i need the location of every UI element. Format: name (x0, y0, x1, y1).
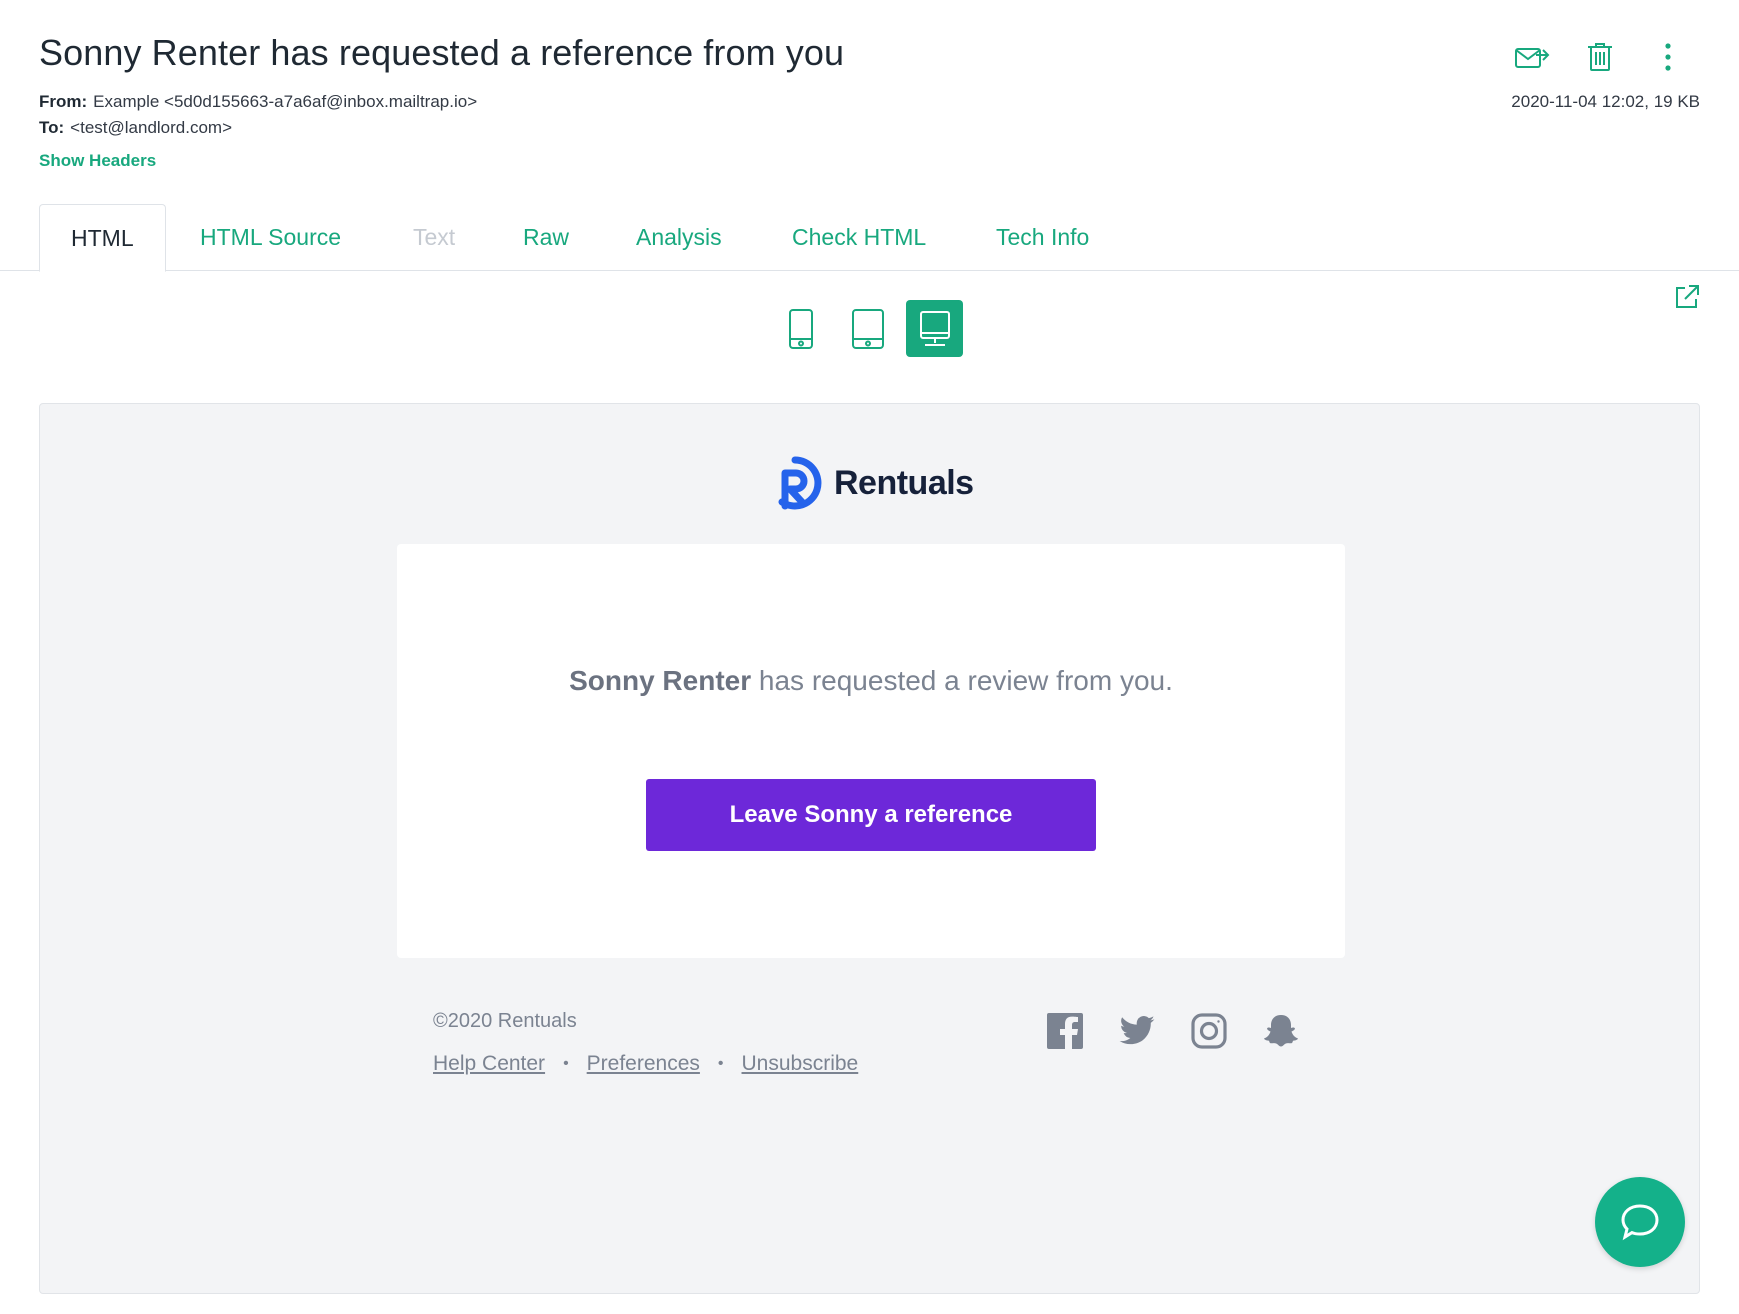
desktop-view-button[interactable] (906, 300, 963, 357)
facebook-link[interactable] (1046, 1012, 1084, 1050)
support-chat-button[interactable] (1595, 1177, 1685, 1267)
tab-analysis[interactable]: Analysis (605, 204, 753, 271)
more-options-button[interactable] (1649, 38, 1687, 76)
external-link-icon (1676, 285, 1699, 308)
tablet-view-button[interactable] (839, 300, 896, 357)
chat-bubble-icon (1621, 1204, 1659, 1241)
request-message: Sonny Renter has requested a review from… (397, 660, 1345, 702)
instagram-icon (1191, 1013, 1227, 1049)
renter-name: Sonny Renter (569, 665, 752, 696)
twitter-icon (1119, 1016, 1155, 1045)
email-preview-frame: Rentuals Sonny Renter has requested a re… (39, 403, 1700, 1294)
mobile-icon (788, 308, 813, 349)
tab-tech-info[interactable]: Tech Info (965, 204, 1120, 271)
link-separator: • (717, 1055, 724, 1072)
social-links (1046, 1012, 1300, 1050)
snapchat-link[interactable] (1262, 1012, 1300, 1050)
mobile-view-button[interactable] (772, 300, 829, 357)
tab-raw[interactable]: Raw (492, 204, 600, 271)
unsubscribe-link[interactable]: Unsubscribe (742, 1052, 859, 1076)
device-preview-switcher (772, 300, 963, 357)
footer-links: Help Center • Preferences • Unsubscribe (433, 1052, 858, 1076)
rentuals-logo-icon (778, 456, 822, 510)
tab-html-source[interactable]: HTML Source (169, 204, 372, 271)
tab-text: Text (413, 224, 456, 250)
message-actions (1513, 38, 1687, 76)
twitter-link[interactable] (1118, 1012, 1156, 1050)
email-card: Sonny Renter has requested a review from… (397, 544, 1345, 958)
rentuals-logo: Rentuals (768, 456, 974, 510)
kebab-menu-icon (1665, 43, 1671, 71)
request-message-text: has requested a review from you. (751, 665, 1173, 696)
message-datetime-size: 2020-11-04 12:02, 19 KB (1511, 92, 1700, 111)
to-label: To: (39, 118, 65, 137)
link-separator: • (563, 1055, 569, 1072)
instagram-link[interactable] (1190, 1012, 1228, 1050)
view-tabs: HTML HTML Source Text Raw Analysis Check… (0, 204, 1739, 272)
from-label: From: (39, 92, 88, 111)
snapchat-icon (1264, 1015, 1298, 1047)
forward-button[interactable] (1513, 38, 1551, 76)
tab-html[interactable]: HTML (39, 204, 166, 272)
delete-button[interactable] (1581, 38, 1619, 76)
trash-icon (1588, 43, 1612, 71)
help-center-link[interactable]: Help Center (433, 1052, 545, 1076)
tab-check-html[interactable]: Check HTML (761, 204, 957, 271)
to-value: <test@landlord.com> (70, 118, 233, 137)
copyright-text: ©2020 Rentuals (433, 1010, 577, 1032)
email-subject: Sonny Renter has requested a reference f… (39, 32, 845, 73)
show-headers-link[interactable]: Show Headers (39, 151, 156, 171)
desktop-icon (919, 310, 950, 346)
from-value: Example <5d0d155663-a7a6af@inbox.mailtra… (93, 92, 478, 111)
from-line: From: Example <5d0d155663-a7a6af@inbox.ma… (39, 92, 477, 112)
preferences-link[interactable]: Preferences (587, 1052, 700, 1076)
tablet-icon (851, 308, 884, 349)
leave-reference-button[interactable]: Leave Sonny a reference (646, 779, 1096, 851)
open-in-new-window-button[interactable] (1673, 283, 1701, 311)
forward-mail-icon (1515, 48, 1550, 68)
facebook-icon (1047, 1013, 1083, 1049)
brand-name: Rentuals (834, 463, 974, 502)
to-line: To: <test@landlord.com> (39, 118, 232, 138)
